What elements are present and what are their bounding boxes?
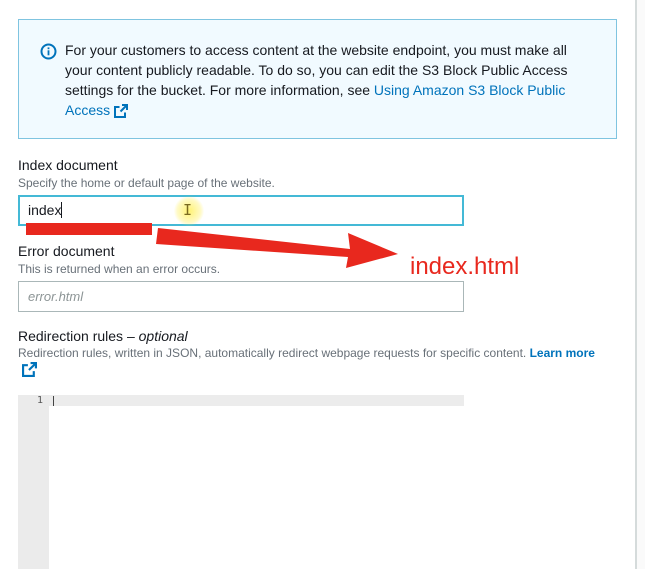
info-icon [40,43,57,60]
redirection-rules-label: Redirection rules – optional [18,327,188,345]
index-document-label: Index document [18,157,118,173]
external-link-icon[interactable] [114,104,129,118]
index-document-value: index [28,202,62,218]
redirection-rules-text: Redirection rules, written in JSON, auto… [18,346,527,360]
redirection-rules-description: Redirection rules, written in JSON, auto… [18,346,618,360]
learn-more-link[interactable]: Learn more [530,346,595,360]
editor-gutter: 1 [18,395,49,569]
redirection-rules-title: Redirection rules – [18,328,135,344]
error-document-description: This is returned when an error occurs. [18,262,221,276]
info-alert: For your customers to access content at … [18,19,617,139]
optional-tag: optional [138,328,188,344]
editor-active-line [49,395,464,406]
external-link-icon[interactable] [22,362,37,377]
redirection-rules-editor[interactable]: 1 [18,395,464,569]
page-scroll-area [637,0,645,569]
ibeam-cursor-icon: I [183,201,193,219]
line-number: 1 [36,395,43,406]
text-caret [61,202,63,218]
error-document-label: Error document [18,243,115,259]
editor-caret [53,396,54,406]
index-document-description: Specify the home or default page of the … [18,176,275,190]
alert-message: For your customers to access content at … [65,40,595,120]
error-document-input[interactable]: error.html [18,281,464,312]
annotation-label: index.html [410,253,520,280]
index-document-input[interactable]: index [18,195,464,226]
